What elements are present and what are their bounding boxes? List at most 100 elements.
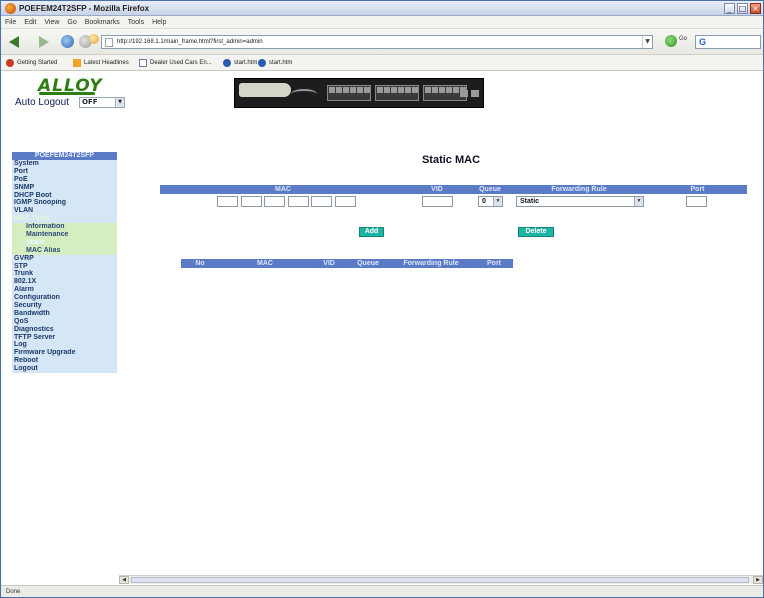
title-bar: POEFEM24T2SFP - Mozilla Firefox _ □ ×	[1, 1, 763, 16]
sidebar-item-firmware-upgrade[interactable]: Firmware Upgrade	[12, 349, 117, 358]
sidebar-item-system[interactable]: System	[12, 160, 117, 168]
sidebar-item-poe[interactable]: PoE	[12, 175, 117, 184]
list-header-vid: VID	[323, 260, 335, 267]
logo-swoosh	[39, 92, 95, 95]
sidebar-item-trunk[interactable]: Trunk	[12, 270, 117, 279]
header-mac: MAC	[275, 186, 291, 193]
sidebar-item-igmp-snooping[interactable]: IGMP Snooping	[12, 199, 117, 208]
maximize-button[interactable]: □	[737, 3, 748, 14]
browser-window: POEFEM24T2SFP - Mozilla Firefox _ □ × Fi…	[0, 0, 764, 598]
sidebar-item-8021x[interactable]: 802.1X	[12, 278, 117, 287]
scrollbar-thumb[interactable]	[131, 577, 749, 583]
go-label[interactable]: Go	[679, 36, 687, 42]
header-port: Port	[690, 186, 705, 193]
list-header-mac: MAC	[257, 260, 273, 267]
globe-icon	[223, 59, 231, 67]
bookmark-getting-started[interactable]: Getting Started	[6, 57, 57, 69]
mac-octet-5-input[interactable]	[311, 196, 332, 207]
bookmark-latest-headlines[interactable]: Latest Headlines	[73, 57, 129, 69]
header-queue: Queue	[479, 186, 501, 193]
menu-tools[interactable]: Tools	[124, 16, 148, 29]
add-button[interactable]: Add	[359, 227, 384, 237]
sidebar-subitem-mac-alias[interactable]: MAC Alias	[12, 246, 117, 255]
sidebar-item-reboot[interactable]: Reboot	[12, 357, 117, 366]
forward-arrow-icon	[39, 36, 49, 48]
page-content: ALLOY Auto Logout OFF ▼ POEFEM24T2SFP Sys…	[1, 72, 763, 575]
horizontal-scrollbar[interactable]: ◀ ▶	[119, 575, 763, 584]
bookmark-start-2[interactable]: start.htm	[258, 57, 292, 69]
list-header-queue: Queue	[357, 260, 379, 267]
delete-button[interactable]: Delete	[518, 227, 554, 237]
reload-button[interactable]	[61, 35, 77, 49]
header-forwarding-rule: Forwarding Rule	[551, 186, 607, 193]
port-input[interactable]	[686, 196, 707, 207]
mac-octet-6-input[interactable]	[335, 196, 356, 207]
chevron-down-icon: ▼	[493, 197, 502, 206]
search-input[interactable]: G	[695, 35, 761, 49]
google-icon: G	[699, 37, 707, 47]
scroll-left-icon[interactable]: ◀	[119, 576, 129, 584]
rss-icon	[73, 59, 81, 67]
back-arrow-icon	[9, 36, 19, 48]
sidebar-item-snmp[interactable]: SNMP	[12, 183, 117, 192]
sidebar-item-bandwidth[interactable]: Bandwidth	[12, 309, 117, 318]
go-icon[interactable]	[665, 35, 677, 47]
sidebar-item-security[interactable]: Security	[12, 302, 117, 310]
sidebar-item-configuration[interactable]: Configuration	[12, 294, 117, 303]
sidebar-item-qos[interactable]: QoS	[12, 317, 117, 326]
sidebar-item-port[interactable]: Port	[12, 167, 117, 176]
forward-button[interactable]	[37, 35, 53, 49]
sidebar-menu: POEFEM24T2SFP System Port PoE SNMP DHCP …	[12, 152, 117, 374]
sidebar-item-vlan[interactable]: VLAN	[12, 207, 117, 216]
list-header-forwarding-rule: Forwarding Rule	[403, 260, 459, 267]
page-title: Static MAC	[421, 154, 481, 166]
menu-go[interactable]: Go	[63, 16, 80, 29]
close-button[interactable]: ×	[750, 3, 761, 14]
status-text: Done	[6, 589, 21, 595]
sidebar-item-tftp-server[interactable]: TFTP Server	[12, 333, 117, 342]
chevron-down-icon: ▼	[634, 197, 643, 206]
url-dropdown-icon[interactable]: ▼	[642, 36, 652, 48]
url-text: http://192.168.1.1/main_frame.html?first…	[117, 39, 263, 45]
forwarding-rule-select[interactable]: Static ▼	[516, 196, 644, 207]
sidebar-item-logout[interactable]: Logout	[12, 365, 117, 374]
menu-bookmarks[interactable]: Bookmarks	[81, 16, 124, 29]
scroll-right-icon[interactable]: ▶	[753, 576, 763, 584]
auto-logout-select[interactable]: OFF ▼	[79, 97, 125, 108]
chevron-down-icon: ▼	[115, 98, 124, 107]
sidebar-subitem-static[interactable]: Static	[12, 238, 117, 247]
static-mac-list-header: No MAC VID Queue Forwarding Rule Port	[181, 259, 513, 268]
menu-bar: File Edit View Go Bookmarks Tools Help	[1, 16, 763, 29]
list-header-no: No	[195, 260, 205, 267]
home-icon	[89, 34, 99, 44]
sidebar-item-dhcp-boot[interactable]: DHCP Boot	[12, 191, 117, 200]
mac-octet-2-input[interactable]	[241, 196, 262, 207]
mac-octet-3-input[interactable]	[264, 196, 285, 207]
sidebar-item-log[interactable]: Log	[12, 341, 117, 350]
sidebar-item-gvrp[interactable]: GVRP	[12, 254, 117, 263]
menu-file[interactable]: File	[1, 16, 20, 29]
mac-octet-4-input[interactable]	[288, 196, 309, 207]
auto-logout-label: Auto Logout	[15, 97, 69, 108]
back-button[interactable]	[7, 35, 23, 49]
minimize-button[interactable]: _	[724, 3, 735, 14]
bookmark-dealer-used-cars[interactable]: Dealer Used Cars En...	[139, 57, 212, 69]
sidebar-item-stp[interactable]: STP	[12, 262, 117, 271]
switch-label-plate	[239, 83, 291, 97]
menu-view[interactable]: View	[40, 16, 63, 29]
sidebar-item-mac-table[interactable]: MAC Table	[12, 215, 117, 224]
mac-octet-1-input[interactable]	[217, 196, 238, 207]
header-vid: VID	[431, 186, 443, 193]
sidebar-subitem-maintenance[interactable]: Maintenance	[12, 231, 117, 239]
sidebar-item-diagnostics[interactable]: Diagnostics	[12, 325, 117, 334]
menu-help[interactable]: Help	[148, 16, 170, 29]
sidebar-subitem-information[interactable]: Information	[12, 223, 117, 232]
bookmark-start-1[interactable]: start.htm	[223, 57, 257, 69]
menu-edit[interactable]: Edit	[20, 16, 40, 29]
sidebar-item-alarm[interactable]: Alarm	[12, 286, 117, 295]
list-header-port: Port	[487, 260, 501, 267]
bookmarks-bar: Getting Started Latest Headlines Dealer …	[1, 55, 763, 71]
url-bar[interactable]: http://192.168.1.1/main_frame.html?first…	[101, 35, 653, 49]
queue-select[interactable]: 0 ▼	[478, 196, 503, 207]
vid-input[interactable]	[422, 196, 453, 207]
